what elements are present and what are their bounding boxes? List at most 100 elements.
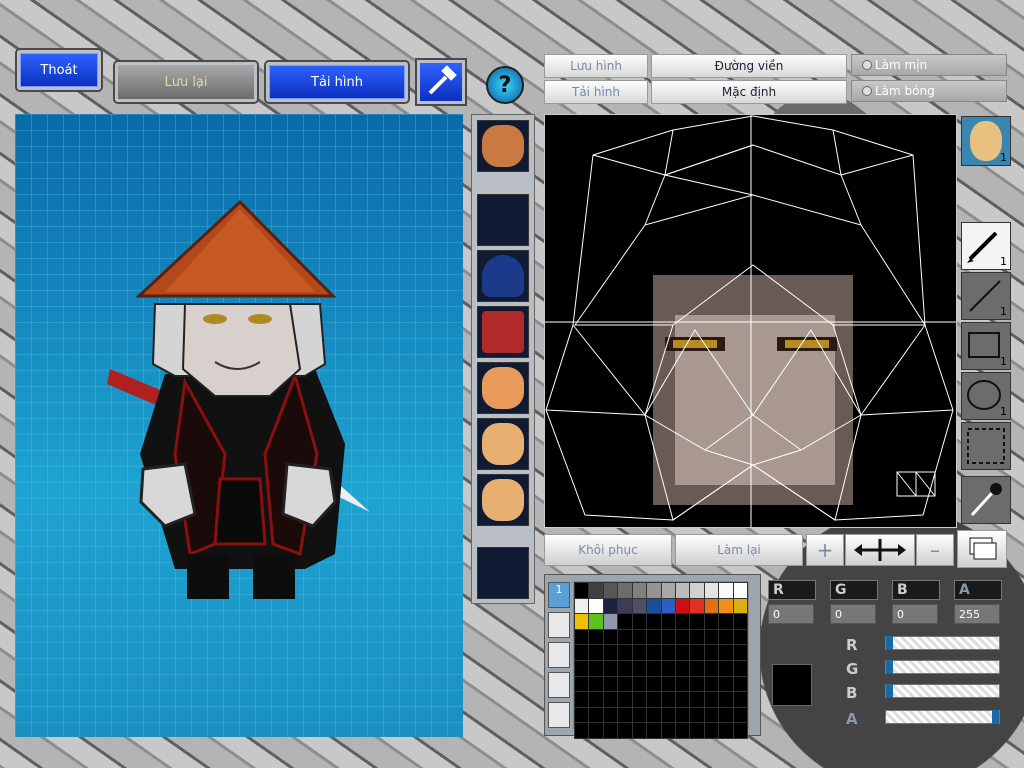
palette-color-cell[interactable] <box>646 659 662 677</box>
palette-color-cell[interactable] <box>646 644 662 661</box>
eyedropper-tool[interactable] <box>961 476 1011 524</box>
palette-color-cell[interactable] <box>588 722 604 739</box>
palette-color-cell[interactable] <box>674 582 691 599</box>
shade-radio[interactable]: Làm bóng <box>851 80 1007 102</box>
palette-color-cell[interactable] <box>703 597 720 615</box>
palette-color-cell[interactable] <box>646 628 662 646</box>
palette-color-cell[interactable] <box>732 613 749 630</box>
face-thumbnail[interactable]: 1 <box>961 116 1011 166</box>
restore-button[interactable]: Khôi phục <box>544 534 672 566</box>
palette-color-cell[interactable] <box>674 675 691 693</box>
palette-color-cell[interactable] <box>617 706 633 724</box>
palette-color-cell[interactable] <box>718 597 734 615</box>
palette-color-cell[interactable] <box>573 582 590 599</box>
palette-color-cell[interactable] <box>588 675 604 693</box>
palette-color-cell[interactable] <box>732 675 749 693</box>
slider-knob[interactable] <box>886 684 893 698</box>
zoom-out-button[interactable]: – <box>916 534 954 566</box>
palette-color-cell[interactable] <box>617 722 633 739</box>
palette-color-cell[interactable] <box>646 613 662 630</box>
palette-color-cell[interactable] <box>674 597 691 615</box>
palette-color-cell[interactable] <box>718 582 734 599</box>
palette-color-cell[interactable] <box>588 706 604 724</box>
red-value-field[interactable]: 0 <box>768 604 814 624</box>
part-slot[interactable] <box>477 306 529 358</box>
palette-color-cell[interactable] <box>588 582 604 599</box>
palette-color-cell[interactable] <box>631 691 648 708</box>
palette-color-cell[interactable] <box>602 675 619 693</box>
palette-color-cell[interactable] <box>674 691 691 708</box>
palette-color-cell[interactable] <box>588 644 604 661</box>
palette-color-cell[interactable] <box>689 597 705 615</box>
palette-color-cell[interactable] <box>631 722 648 739</box>
palette-color-cell[interactable] <box>689 613 705 630</box>
palette-color-cell[interactable] <box>660 706 676 724</box>
palette-color-cell[interactable] <box>674 644 691 661</box>
palette-color-cell[interactable] <box>588 613 604 630</box>
move-button[interactable] <box>845 534 915 566</box>
palette-color-cell[interactable] <box>732 691 749 708</box>
palette-color-cell[interactable] <box>631 659 648 677</box>
blue-slider[interactable] <box>885 684 1000 698</box>
slider-knob[interactable] <box>886 636 893 650</box>
palette-color-cell[interactable] <box>573 722 590 739</box>
hammer-button[interactable] <box>417 60 465 104</box>
palette-color-cell[interactable] <box>689 582 705 599</box>
palette-color-cell[interactable] <box>573 597 590 615</box>
palette-color-cell[interactable] <box>602 597 619 615</box>
green-value-field[interactable]: 0 <box>830 604 876 624</box>
palette-tab[interactable] <box>548 702 570 728</box>
palette-color-cell[interactable] <box>732 582 749 599</box>
load-image-button[interactable]: Tải hình <box>544 80 648 104</box>
part-slot[interactable] <box>477 120 529 172</box>
palette-color-cell[interactable] <box>617 691 633 708</box>
palette-color-cell[interactable] <box>588 659 604 677</box>
alpha-value-field[interactable]: 255 <box>954 604 1000 624</box>
texture-editor-canvas[interactable] <box>544 114 957 528</box>
save-image-button[interactable]: Lưu hình <box>544 54 648 78</box>
smooth-radio[interactable]: Làm mịn <box>851 54 1007 76</box>
palette-color-cell[interactable] <box>573 691 590 708</box>
part-slot[interactable] <box>477 194 529 246</box>
palette-color-cell[interactable] <box>602 644 619 661</box>
palette-color-cell[interactable] <box>573 613 590 630</box>
palette-color-cell[interactable] <box>573 675 590 693</box>
palette-color-cell[interactable] <box>646 582 662 599</box>
palette-tab[interactable] <box>548 672 570 698</box>
palette-color-cell[interactable] <box>674 659 691 677</box>
palette-color-cell[interactable] <box>703 644 720 661</box>
palette-color-cell[interactable] <box>660 691 676 708</box>
part-slot[interactable] <box>477 418 529 470</box>
palette-color-cell[interactable] <box>718 706 734 724</box>
palette-color-cell[interactable] <box>674 706 691 724</box>
palette-color-cell[interactable] <box>689 706 705 724</box>
palette-color-cell[interactable] <box>718 628 734 646</box>
palette-color-cell[interactable] <box>689 722 705 739</box>
palette-color-cell[interactable] <box>631 675 648 693</box>
part-slot[interactable] <box>477 547 529 599</box>
palette-color-cell[interactable] <box>732 722 749 739</box>
palette-color-cell[interactable] <box>703 613 720 630</box>
palette-color-cell[interactable] <box>703 628 720 646</box>
palette-color-cell[interactable] <box>631 706 648 724</box>
palette-color-cell[interactable] <box>602 722 619 739</box>
palette-color-cell[interactable] <box>660 628 676 646</box>
palette-color-cell[interactable] <box>617 597 633 615</box>
palette-color-cell[interactable] <box>660 659 676 677</box>
palette-color-cell[interactable] <box>689 644 705 661</box>
palette-color-cell[interactable] <box>703 582 720 599</box>
palette-color-cell[interactable] <box>602 691 619 708</box>
palette-color-cell[interactable] <box>588 691 604 708</box>
palette-color-cell[interactable] <box>660 582 676 599</box>
palette-color-cell[interactable] <box>602 706 619 724</box>
outline-button[interactable]: Đường viền <box>651 54 847 78</box>
palette-color-cell[interactable] <box>718 659 734 677</box>
palette-color-cell[interactable] <box>573 659 590 677</box>
palette-color-cell[interactable] <box>689 659 705 677</box>
palette-color-cell[interactable] <box>703 675 720 693</box>
palette-color-cell[interactable] <box>689 691 705 708</box>
palette-color-cell[interactable] <box>631 597 648 615</box>
palette-color-cell[interactable] <box>674 722 691 739</box>
save-button[interactable]: Lưu lại <box>115 62 257 102</box>
palette-color-cell[interactable] <box>674 628 691 646</box>
